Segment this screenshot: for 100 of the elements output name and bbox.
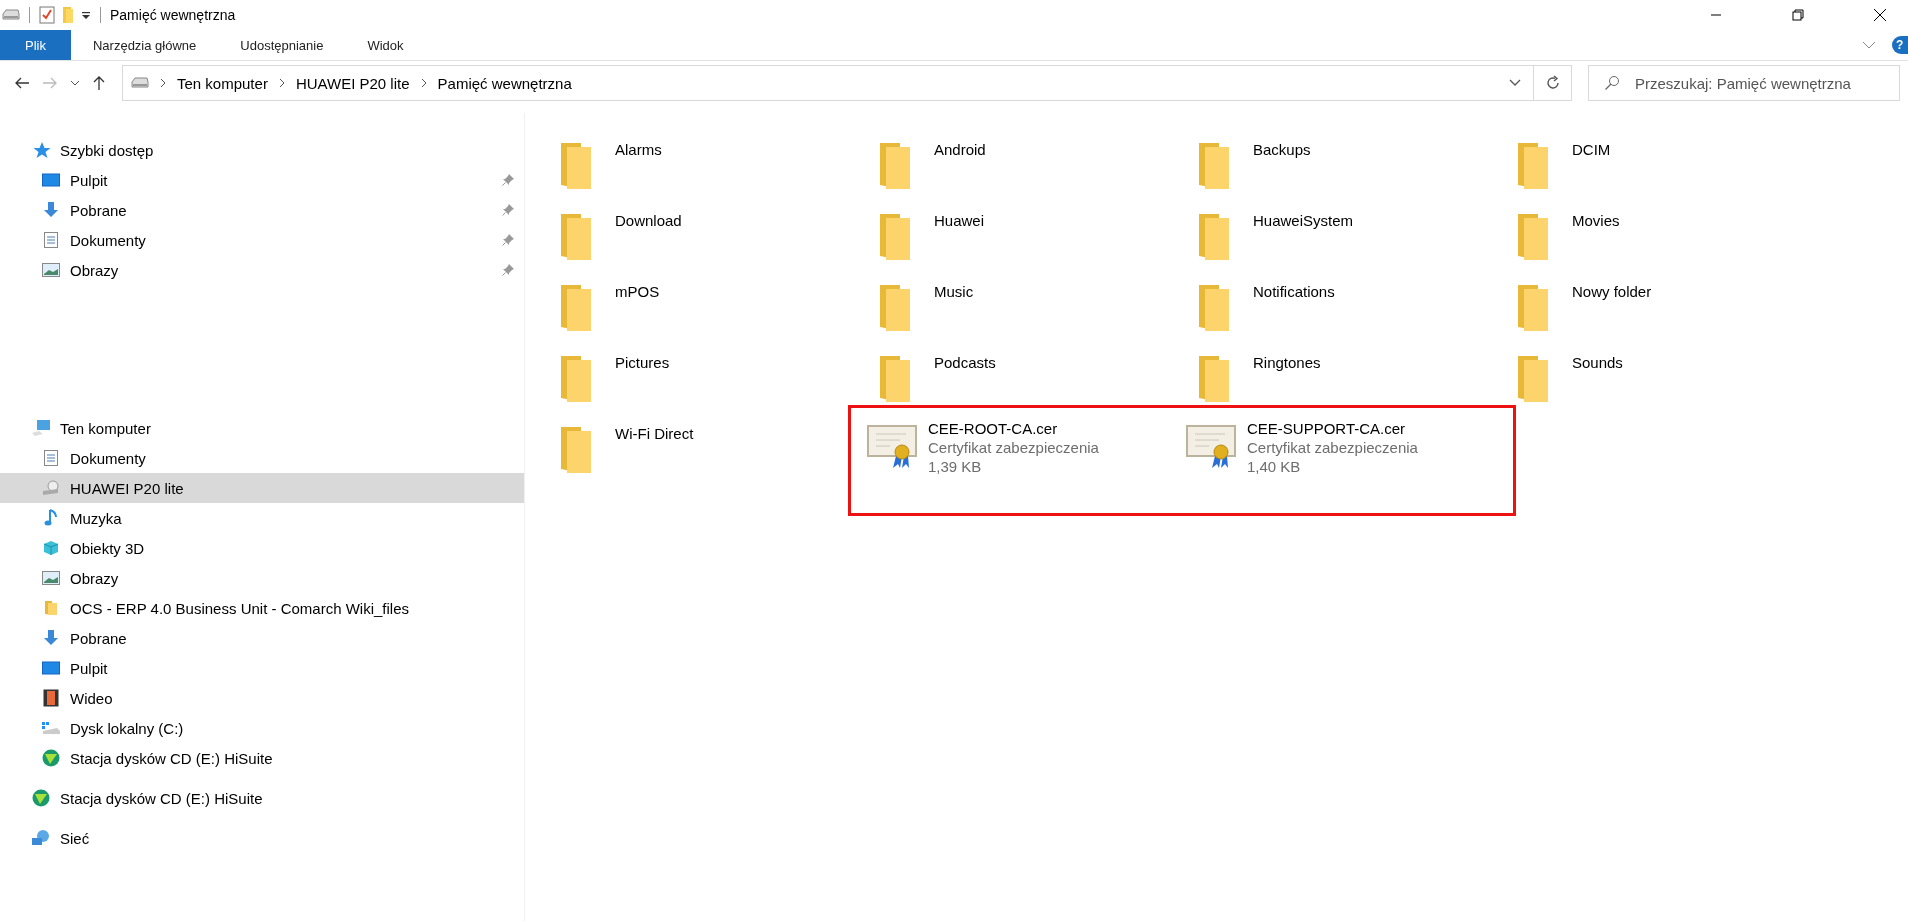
dropdown-icon[interactable] — [81, 10, 91, 20]
refresh-button[interactable] — [1534, 65, 1572, 101]
folder-icon[interactable] — [1516, 283, 1550, 333]
folder-icon[interactable] — [559, 141, 593, 191]
nav-item[interactable]: Stacja dysków CD (E:) HiSuite — [0, 783, 524, 813]
chevron-down-icon[interactable] — [1509, 79, 1521, 87]
file-name[interactable]: CEE-ROOT-CA.cer — [928, 418, 1099, 437]
help-button[interactable]: ? — [1892, 36, 1908, 54]
nav-item[interactable]: Dokumenty — [0, 443, 524, 473]
folder-name[interactable]: Huawei — [934, 210, 985, 229]
monitor-icon — [42, 661, 60, 675]
ribbon-tab[interactable]: Widok — [345, 30, 426, 60]
drive-icon — [2, 9, 20, 21]
folder-icon[interactable] — [878, 283, 912, 333]
folder-icon[interactable] — [878, 141, 912, 191]
pin-icon[interactable] — [502, 174, 514, 186]
chevron-down-icon[interactable] — [1862, 40, 1876, 50]
nav-item[interactable]: Dokumenty — [0, 225, 524, 255]
up-arrow-icon[interactable] — [92, 75, 106, 91]
network-icon — [31, 829, 51, 847]
folder-icon[interactable] — [61, 6, 75, 24]
nav-item[interactable]: Muzyka — [0, 503, 524, 533]
breadcrumb-link[interactable]: Pamięć wewnętrzna — [437, 74, 572, 92]
document-icon — [44, 232, 58, 248]
folder-icon[interactable] — [1197, 141, 1231, 191]
folder-name[interactable]: Ringtones — [1253, 352, 1321, 371]
drive-icon — [41, 721, 61, 735]
nav-item[interactable]: Obrazy — [0, 255, 524, 285]
folder-icon[interactable] — [1516, 354, 1550, 404]
folder-name[interactable]: Nowy folder — [1572, 281, 1652, 300]
breadcrumb-link[interactable]: HUAWEI P20 lite — [295, 74, 410, 92]
pin-icon[interactable] — [502, 264, 514, 276]
ribbon-tab[interactable]: Udostępnianie — [218, 30, 346, 60]
chevron-down-icon[interactable] — [70, 79, 80, 87]
pin-icon[interactable] — [502, 234, 514, 246]
chevron-right-icon[interactable] — [419, 78, 428, 88]
properties-icon[interactable] — [39, 6, 55, 24]
folder-icon[interactable] — [559, 354, 593, 404]
folder-icon[interactable] — [878, 354, 912, 404]
folder-icon[interactable] — [878, 212, 912, 262]
file-type: Certyfikat zabezpieczenia — [928, 439, 1099, 456]
folder-name[interactable]: Wi-Fi Direct — [615, 423, 694, 442]
folder-name[interactable]: Podcasts — [934, 352, 996, 371]
nav-item[interactable]: Pulpit — [0, 165, 524, 195]
folder-icon[interactable] — [1197, 354, 1231, 404]
folder-name[interactable]: Pictures — [615, 352, 670, 371]
search-field[interactable]: Przeszukaj: Pamięć wewnętrzna — [1588, 65, 1900, 101]
folder-icon[interactable] — [559, 425, 593, 475]
computer-icon — [31, 419, 51, 437]
folder-name[interactable]: Sounds — [1572, 352, 1623, 371]
star-icon — [31, 141, 51, 159]
nav-item[interactable]: OCS - ERP 4.0 Business Unit - Comarch Wiki_files — [0, 593, 524, 623]
nav-item[interactable]: HUAWEI P20 lite — [0, 473, 524, 503]
cube-icon — [43, 540, 59, 556]
nav-item[interactable]: Sieć — [0, 823, 524, 853]
folder-name[interactable]: Notifications — [1253, 281, 1335, 300]
nav-item[interactable]: Dysk lokalny (C:) — [0, 713, 524, 743]
folder-name[interactable]: Backups — [1253, 139, 1311, 158]
folder-icon[interactable] — [559, 283, 593, 333]
nav-item[interactable]: Pobrane — [0, 623, 524, 653]
folder-icon[interactable] — [1197, 212, 1231, 262]
nav-item[interactable]: Stacja dysków CD (E:) HiSuite — [0, 743, 524, 773]
folder-name[interactable]: Android — [934, 139, 986, 158]
folder-name[interactable]: mPOS — [615, 281, 660, 300]
folder-icon[interactable] — [559, 212, 593, 262]
forward-arrow-icon[interactable] — [42, 76, 58, 90]
chevron-right-icon[interactable] — [277, 78, 286, 88]
nav-item[interactable]: Wideo — [0, 683, 524, 713]
folder-name[interactable]: Movies — [1572, 210, 1620, 229]
folder-icon[interactable] — [1516, 141, 1550, 191]
nav-item[interactable]: Szybki dostęp — [0, 135, 524, 165]
picture-icon — [42, 263, 60, 277]
nav-item[interactable]: Pulpit — [0, 653, 524, 683]
folder-name[interactable]: HuaweiSystem — [1253, 210, 1354, 229]
back-arrow-icon[interactable] — [14, 76, 30, 90]
chevron-right-icon[interactable] — [159, 78, 167, 88]
down-arrow-icon — [43, 630, 59, 646]
folder-name[interactable]: Download — [615, 210, 682, 229]
nav-item[interactable]: Ten komputer — [0, 413, 524, 443]
pin-icon[interactable] — [502, 204, 514, 216]
file-size: 1,40 KB — [1247, 458, 1302, 475]
folder-icon[interactable] — [1516, 212, 1550, 262]
document-icon — [44, 450, 58, 466]
picture-icon — [42, 571, 60, 585]
folder-icon[interactable] — [1197, 283, 1231, 333]
nav-item[interactable]: Pobrane — [0, 195, 524, 225]
folder-name[interactable]: Alarms — [615, 139, 662, 158]
file-name[interactable]: CEE-SUPPORT-CA.cer — [1247, 418, 1418, 437]
folder-name[interactable]: DCIM — [1572, 139, 1611, 158]
file-type: Certyfikat zabezpieczenia — [1247, 439, 1418, 456]
address-bar[interactable]: Ten komputer HUAWEI P20 lite Pamięć wewnętrzna — [122, 65, 1534, 101]
drive-icon — [131, 77, 149, 89]
breadcrumb-link[interactable]: Ten komputer — [177, 74, 268, 92]
ribbon-tab[interactable]: Plik — [0, 30, 71, 60]
nav-item[interactable]: Obrazy — [0, 563, 524, 593]
film-icon — [43, 689, 59, 707]
close-icon — [1873, 8, 1887, 22]
ribbon-tab[interactable]: Narzędzia główne — [70, 30, 219, 60]
nav-item[interactable]: Obiekty 3D — [0, 533, 524, 563]
folder-name[interactable]: Music — [934, 281, 974, 300]
